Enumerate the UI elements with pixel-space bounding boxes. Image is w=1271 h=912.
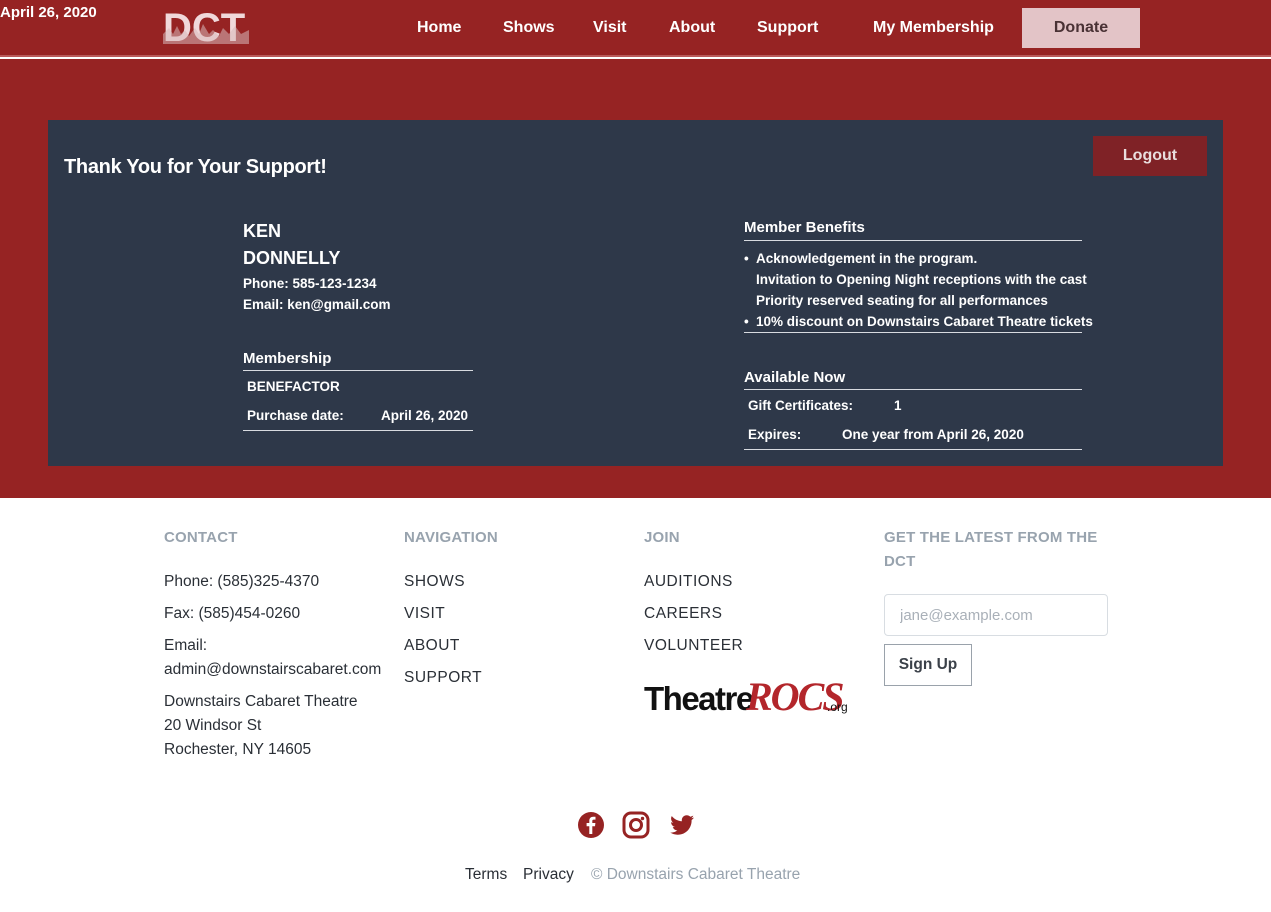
contact-email-label: Email: [164, 637, 208, 654]
member-phone: Phone: 585-123-1234 [243, 276, 377, 291]
dct-logo[interactable]: DCT [163, 8, 249, 44]
address-line: Rochester, NY 14605 [164, 741, 312, 758]
nav-about[interactable]: About [669, 19, 715, 37]
footer-link-volunteer[interactable]: VOLUNTEER [644, 637, 743, 655]
current-date: April 26, 2020 [0, 4, 97, 21]
footer-link-shows[interactable]: SHOWS [404, 573, 465, 591]
list-item: Priority reserved seating for all perfor… [756, 293, 1048, 308]
purchase-date-label: Purchase date: [247, 408, 344, 423]
theatrerocs-logo[interactable]: Theatre ROCS .org [644, 672, 848, 720]
nav-support[interactable]: Support [757, 19, 818, 37]
membership-panel: Thank You for Your Support! Logout KEN D… [48, 120, 1223, 466]
list-item: Acknowledgement in the program. [744, 248, 1080, 269]
member-first-name: KEN [243, 221, 282, 241]
newsletter-heading-line: DCT [884, 553, 916, 570]
nav-home[interactable]: Home [417, 19, 461, 37]
divider [744, 240, 1082, 241]
twitter-icon[interactable] [668, 811, 696, 839]
logo-text: Theatre [644, 680, 754, 717]
top-navigation-bar: April 26, 2020 DCT Home Shows Visit Abou… [0, 0, 1271, 57]
contact-fax: Fax: (585)454-0260 [164, 605, 301, 622]
contact-email-link[interactable]: admin@downstairscabaret.com [164, 658, 381, 682]
gift-certificates-value: 1 [894, 398, 902, 413]
divider [243, 430, 473, 431]
newsletter-email-input[interactable] [884, 594, 1108, 636]
membership-level: BENEFACTOR [247, 379, 340, 394]
signup-button[interactable]: Sign Up [884, 644, 972, 686]
footer-link-auditions[interactable]: AUDITIONS [644, 573, 733, 591]
copyright-text: © Downstairs Cabaret Theatre [591, 866, 801, 883]
membership-heading: Membership [243, 350, 332, 367]
list-item: Invitation to Opening Night receptions w… [756, 272, 1087, 287]
expires-value: One year from April 26, 2020 [842, 427, 1024, 442]
logo-text: .org [827, 700, 848, 714]
join-heading: JOIN [644, 529, 680, 546]
address-line: 20 Windsor St [164, 717, 262, 734]
purchase-date-value: April 26, 2020 [381, 408, 469, 423]
nav-shows[interactable]: Shows [503, 19, 555, 37]
divider [744, 332, 1082, 333]
contact-phone: Phone: (585)325-4370 [164, 573, 320, 590]
divider [243, 370, 473, 371]
benefits-heading: Member Benefits [744, 219, 865, 236]
nav-visit[interactable]: Visit [593, 19, 627, 37]
privacy-link[interactable]: Privacy [523, 866, 574, 884]
donate-button[interactable]: Donate [1022, 8, 1140, 48]
newsletter-heading-line: GET THE LATEST FROM THE [884, 529, 1098, 546]
footer-link-visit[interactable]: VISIT [404, 605, 445, 623]
contact-heading: CONTACT [164, 529, 238, 546]
footer-link-support[interactable]: SUPPORT [404, 669, 482, 687]
page-title: Thank You for Your Support! [64, 156, 327, 178]
newsletter-heading: GET THE LATEST FROM THE DCT [884, 526, 1097, 574]
instagram-icon[interactable] [622, 811, 650, 839]
facebook-icon[interactable] [577, 811, 605, 839]
terms-link[interactable]: Terms [465, 866, 507, 884]
member-email: Email: ken@gmail.com [243, 297, 391, 312]
available-heading: Available Now [744, 369, 846, 386]
navigation-heading: NAVIGATION [404, 529, 498, 546]
divider [744, 389, 1082, 390]
list-item: 10% discount on Downstairs Cabaret Theat… [744, 311, 1093, 332]
expires-label: Expires: [748, 427, 802, 442]
gift-certificates-label: Gift Certificates: [748, 398, 854, 413]
footer-link-careers[interactable]: CAREERS [644, 605, 722, 623]
benefits-list: Acknowledgement in the program. Invitati… [744, 248, 1093, 332]
member-last-name: DONNELLY [243, 248, 341, 268]
divider [744, 449, 1082, 450]
nav-my-membership[interactable]: My Membership [873, 19, 994, 37]
footer-link-about[interactable]: ABOUT [404, 637, 460, 655]
logout-button[interactable]: Logout [1093, 136, 1207, 176]
address-line: Downstairs Cabaret Theatre [164, 693, 358, 710]
